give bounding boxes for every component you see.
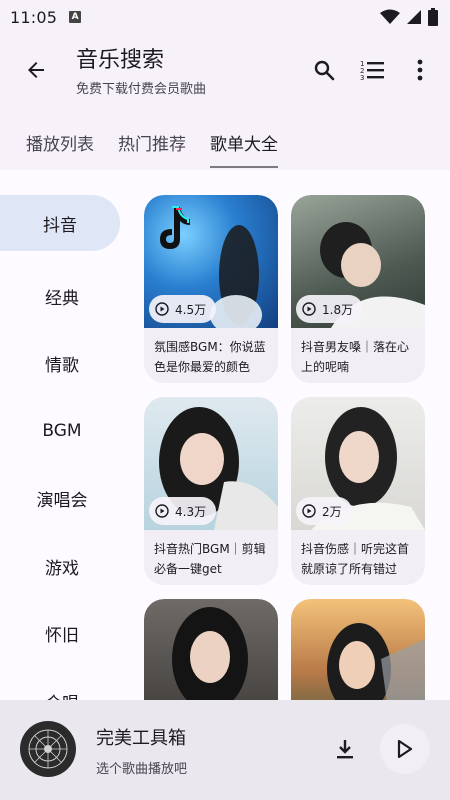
battery-icon: [428, 8, 438, 26]
svg-text:3: 3: [360, 74, 364, 82]
playlist-name: 抖音热门BGM｜剪辑必备一键get: [154, 542, 266, 576]
play-count: 2万: [322, 504, 342, 519]
play-circle-icon: [302, 302, 316, 316]
playlist-name: 抖音伤感｜听完这首就原谅了所有错过: [301, 542, 410, 576]
category-item-game[interactable]: 游戏: [0, 533, 124, 601]
playlist-card[interactable]: 4.5万 氛围感BGM：你说蓝色是你最爱的颜色: [144, 195, 278, 383]
play-count: 4.3万: [175, 504, 207, 519]
status-bar: 11:05 A: [0, 0, 450, 34]
play-count-badge: 1.8万: [296, 295, 364, 323]
category-list: 抖音 经典 情歌 BGM 演唱会 游戏 怀旧 合唱: [0, 195, 124, 700]
more-options-button[interactable]: [402, 52, 438, 88]
play-count-badge: 4.5万: [149, 295, 217, 323]
player-title: 完美工具箱: [96, 728, 186, 749]
tab-playlist-collection[interactable]: 歌单大全: [198, 116, 290, 168]
play-circle-icon: [302, 504, 316, 518]
signal-icon: [407, 10, 421, 24]
numbered-list-icon: 123: [360, 60, 384, 82]
category-item-love-songs[interactable]: 情歌: [0, 330, 124, 398]
portrait-image: [327, 623, 425, 700]
category-item-nostalgia[interactable]: 怀旧: [0, 600, 124, 668]
category-item-bgm[interactable]: BGM: [0, 398, 124, 466]
playlist-cover-image: [144, 599, 278, 700]
category-item-douyin[interactable]: 抖音: [0, 195, 120, 251]
play-icon: [397, 740, 413, 758]
search-button[interactable]: [306, 52, 342, 88]
play-count-badge: 4.3万: [149, 497, 217, 525]
play-count: 1.8万: [322, 302, 354, 317]
playlist-cover-image: [291, 599, 425, 700]
playlist-name: 抖音男友嗓｜落在心上的呢喃: [301, 340, 410, 374]
back-button[interactable]: [18, 52, 54, 88]
album-art[interactable]: [20, 721, 76, 777]
play-button[interactable]: [380, 724, 430, 774]
playlist-card[interactable]: 2万 抖音伤感｜听完这首就原谅了所有错过: [291, 397, 425, 585]
playlist-card[interactable]: [291, 599, 425, 700]
notification-badge: A: [69, 11, 82, 23]
search-icon: [314, 60, 335, 81]
download-button[interactable]: [330, 734, 360, 764]
arrow-back-icon: [28, 62, 44, 78]
mandala-logo-icon: [28, 729, 68, 769]
portrait-image: [172, 607, 248, 700]
playlist-card[interactable]: 4.3万 抖音热门BGM｜剪辑必备一键get: [144, 397, 278, 585]
play-count: 4.5万: [175, 302, 207, 317]
playlist-card[interactable]: [144, 599, 278, 700]
play-circle-icon: [155, 302, 169, 316]
player-subtitle: 选个歌曲播放吧: [96, 762, 188, 777]
status-icons: [380, 8, 438, 26]
category-item-classic[interactable]: 经典: [0, 263, 124, 331]
mini-player: 完美工具箱 选个歌曲播放吧: [0, 700, 450, 800]
tab-playlist[interactable]: 播放列表: [14, 116, 106, 168]
content-area: 抖音 经典 情歌 BGM 演唱会 游戏 怀旧 合唱 4.5万 氛围感BGM：你说…: [0, 170, 450, 700]
more-vert-icon: [417, 59, 423, 81]
category-item-chorus[interactable]: 合唱: [0, 668, 124, 700]
category-item-concert[interactable]: 演唱会: [0, 465, 124, 533]
play-count-badge: 2万: [296, 497, 352, 525]
wifi-icon: [380, 9, 400, 24]
playlist-card[interactable]: 1.8万 抖音男友嗓｜落在心上的呢喃: [291, 195, 425, 383]
numbered-list-button[interactable]: 123: [354, 52, 390, 88]
page-title: 音乐搜索: [76, 48, 165, 73]
status-time: 11:05: [10, 7, 58, 27]
play-circle-icon: [155, 504, 169, 518]
playlist-name: 氛围感BGM：你说蓝色是你最爱的颜色: [154, 340, 266, 374]
tab-bar: 播放列表 热门推荐 歌单大全: [0, 116, 450, 168]
download-icon: [337, 740, 353, 759]
tab-hot-recommend[interactable]: 热门推荐: [106, 116, 198, 168]
app-actions: 123: [306, 52, 438, 88]
app-bar: 音乐搜索 免费下载付费会员歌曲 123: [0, 34, 450, 112]
page-subtitle: 免费下载付费会员歌曲: [76, 82, 207, 97]
